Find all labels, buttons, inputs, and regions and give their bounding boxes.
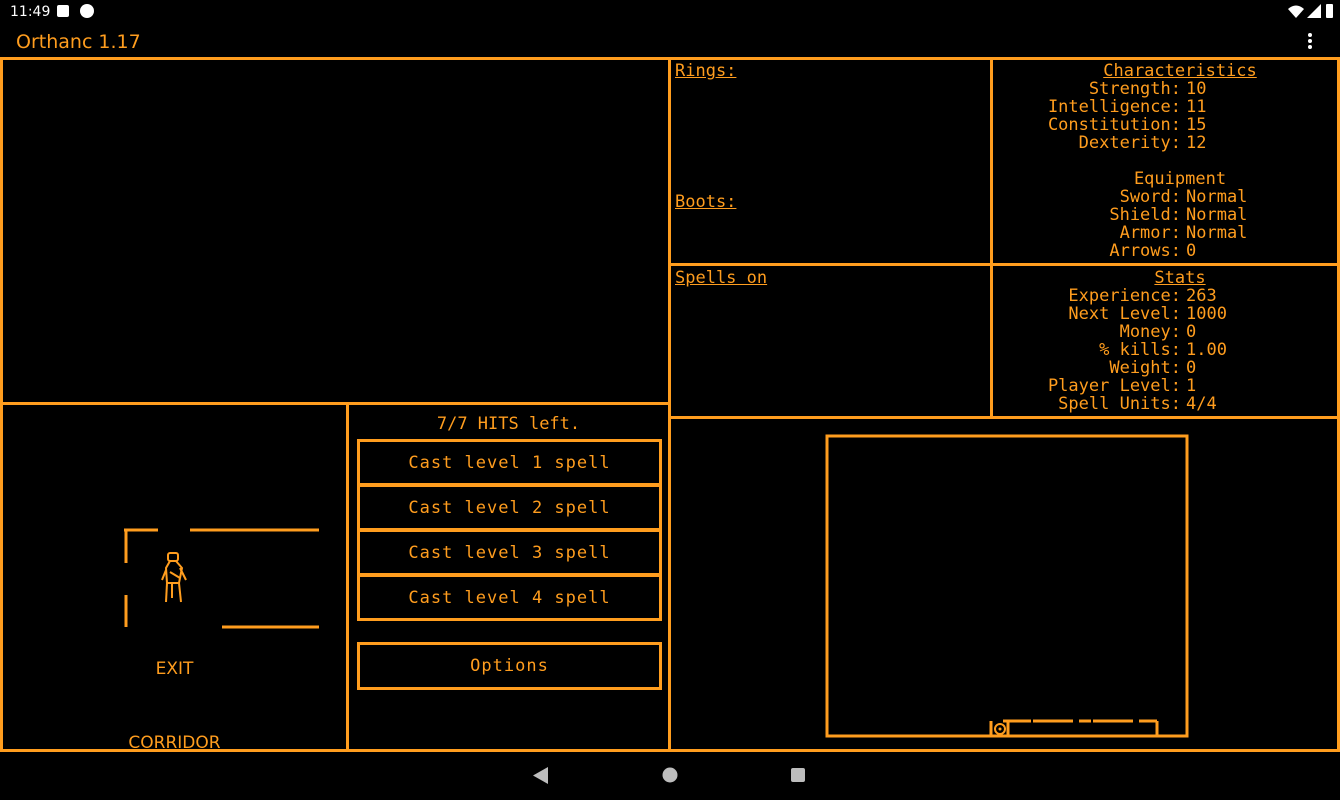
location-label: CORRIDOR bbox=[128, 733, 221, 753]
stat-value: 263 bbox=[1186, 286, 1217, 306]
signal-icon bbox=[1307, 4, 1321, 18]
stat-key: Weight: bbox=[1109, 358, 1181, 378]
characteristic-key: Strength: bbox=[1088, 79, 1181, 99]
stat-value: 1 bbox=[1186, 376, 1197, 396]
characteristic-row: Strength: 10 bbox=[993, 79, 1207, 99]
boots-label: Boots: bbox=[675, 192, 737, 212]
stat-key: Money: bbox=[1119, 322, 1181, 342]
stat-key: Spell Units: bbox=[1058, 394, 1181, 414]
nav-back-icon[interactable] bbox=[533, 767, 549, 784]
equipment-row: Arrows: 0 bbox=[993, 242, 1196, 260]
equipment-key: Armor: bbox=[1119, 223, 1181, 243]
characteristic-value: 11 bbox=[1186, 97, 1207, 117]
stat-value: 4/4 bbox=[1186, 394, 1217, 414]
stat-value: 0 bbox=[1186, 358, 1197, 378]
stat-row: % kills: 1.00 bbox=[993, 341, 1227, 359]
stat-key: % kills: bbox=[1099, 340, 1181, 360]
map-panel bbox=[668, 416, 1340, 752]
rings-boots-panel: Rings: Boots: bbox=[668, 57, 993, 266]
cast-level-3-button[interactable]: Cast level 3 spell bbox=[357, 529, 662, 576]
stats-panel: Stats Experience: 263 Next Level: 1000 Money… bbox=[990, 263, 1340, 419]
characteristic-value: 12 bbox=[1186, 133, 1207, 153]
exit-label: EXIT bbox=[155, 659, 194, 679]
stat-row: Experience: 263 bbox=[993, 286, 1217, 306]
hits-left-text: 7/7 HITS left. bbox=[436, 414, 581, 434]
stat-row: Weight: 0 bbox=[993, 359, 1196, 377]
cast-level-4-button[interactable]: Cast level 4 spell bbox=[357, 574, 662, 621]
characteristic-key: Dexterity: bbox=[1078, 133, 1181, 153]
stat-key: Experience: bbox=[1068, 286, 1181, 306]
spell-panel: 7/7 HITS left. Cast level 1 spell Cast l… bbox=[346, 402, 671, 752]
stat-value: 1000 bbox=[1186, 304, 1227, 324]
characteristic-row: Dexterity: 12 bbox=[993, 133, 1207, 153]
status-bar: 11:49 bbox=[0, 0, 1340, 24]
equipment-value: Normal bbox=[1186, 223, 1248, 243]
characteristic-row: Intelligence: 11 bbox=[993, 97, 1207, 117]
stat-value: 0 bbox=[1186, 322, 1197, 342]
room-view-panel[interactable]: EXIT CORRIDOR bbox=[0, 402, 349, 753]
rings-label: Rings: bbox=[675, 61, 737, 81]
notification-f-icon bbox=[80, 4, 94, 18]
characteristics-title: Characteristics bbox=[1103, 61, 1257, 81]
stat-row: Next Level: 1000 bbox=[993, 305, 1227, 323]
app-title: Orthanc 1.17 bbox=[16, 31, 141, 53]
wifi-icon bbox=[1288, 5, 1304, 18]
main-view-panel bbox=[0, 57, 671, 405]
characteristic-key: Constitution: bbox=[1047, 115, 1181, 135]
nav-recents-icon[interactable] bbox=[790, 767, 806, 783]
equipment-row: Armor: Normal bbox=[993, 223, 1248, 243]
equipment-value: Normal bbox=[1186, 205, 1248, 225]
equipment-title: Equipment bbox=[1133, 169, 1227, 189]
equipment-value: 0 bbox=[1186, 241, 1197, 261]
options-button[interactable]: Options bbox=[357, 642, 662, 690]
stat-row: Player Level: 1 bbox=[993, 377, 1196, 395]
equipment-row: Shield: Normal bbox=[993, 206, 1247, 224]
status-time: 11:49 bbox=[10, 4, 51, 20]
characteristic-value: 15 bbox=[1186, 115, 1207, 135]
equipment-key: Sword: bbox=[1119, 187, 1181, 207]
characteristic-value: 10 bbox=[1186, 79, 1207, 99]
spells-on-label: Spells on bbox=[675, 268, 768, 288]
notification-a-icon bbox=[57, 5, 69, 17]
stat-key: Next Level: bbox=[1068, 304, 1181, 324]
battery-icon bbox=[1326, 4, 1333, 18]
characteristic-key: Intelligence: bbox=[1047, 97, 1181, 117]
stats-title: Stats bbox=[1154, 268, 1206, 288]
cast-level-2-button[interactable]: Cast level 2 spell bbox=[357, 484, 662, 531]
characteristic-row: Constitution: 15 bbox=[993, 115, 1207, 135]
cast-level-1-button[interactable]: Cast level 1 spell bbox=[357, 439, 662, 486]
overflow-menu-icon[interactable] bbox=[1303, 32, 1317, 50]
equipment-key: Arrows: bbox=[1109, 241, 1181, 261]
stat-row: Spell Units: 4/4 bbox=[993, 395, 1217, 413]
stat-key: Player Level: bbox=[1047, 376, 1181, 396]
dungeon-map bbox=[825, 434, 1189, 738]
equipment-key: Shield: bbox=[1109, 205, 1181, 225]
nav-home-icon[interactable] bbox=[662, 767, 678, 783]
stat-value: 1.00 bbox=[1186, 340, 1227, 360]
player-character-icon bbox=[161, 552, 187, 603]
characteristics-panel: Characteristics Strength: 10 Intelligence:… bbox=[990, 57, 1340, 266]
equipment-row: Sword: Normal bbox=[993, 187, 1248, 207]
equipment-value: Normal bbox=[1186, 187, 1248, 207]
stat-row: Money: 0 bbox=[993, 322, 1197, 342]
spells-on-panel: Spells on bbox=[668, 263, 993, 419]
